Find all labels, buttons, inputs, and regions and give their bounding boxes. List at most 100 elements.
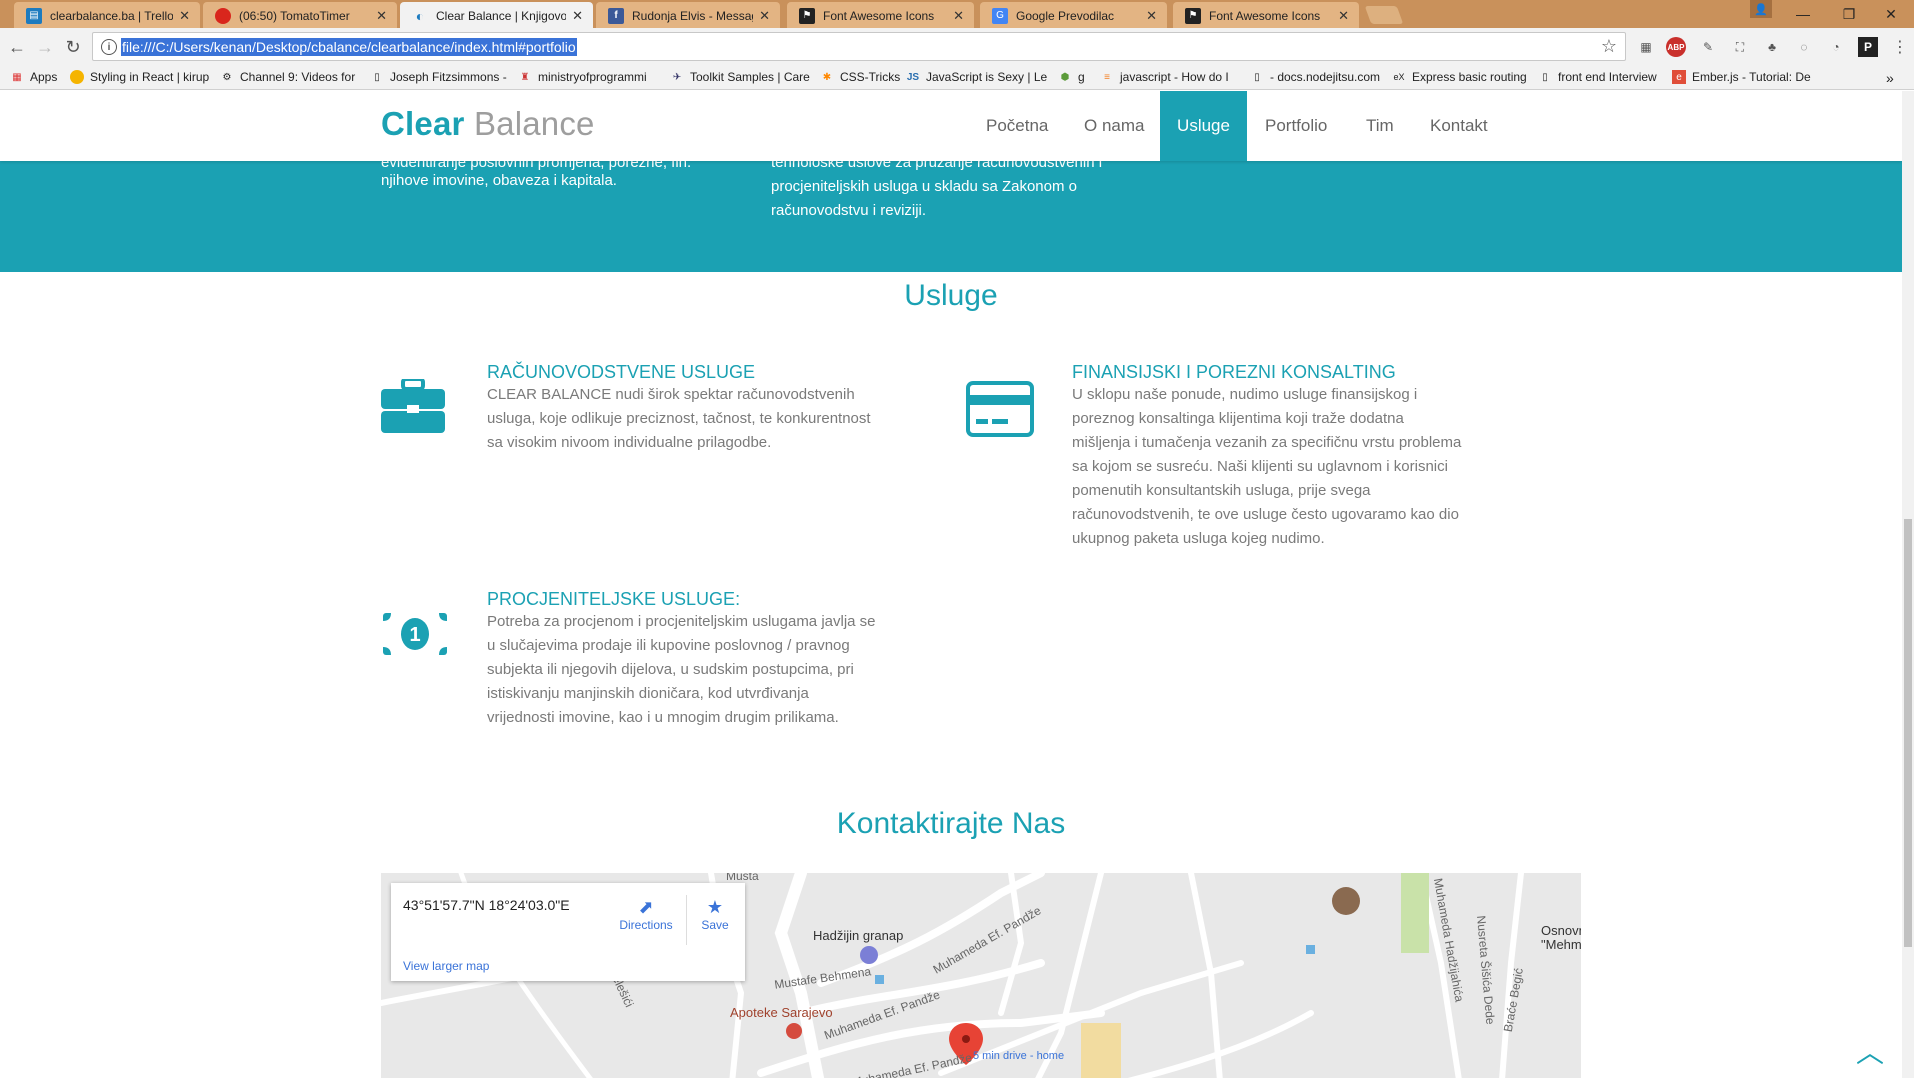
nav-portfolio[interactable]: Portfolio (1247, 91, 1345, 161)
close-icon[interactable]: ✕ (1146, 8, 1157, 24)
bookmark-item[interactable]: ▯ front end Interview (1538, 70, 1657, 84)
extension-grid-icon[interactable]: ▦ (1636, 37, 1656, 57)
about-column-left: evidentiranje poslovnih promjena, porezn… (381, 154, 761, 193)
service-title: RAČUNOVODSTVENE USLUGE (487, 362, 756, 382)
nav-usluge[interactable]: Usluge (1160, 91, 1247, 161)
minimize-icon[interactable]: — (1780, 0, 1826, 28)
view-larger-map-link[interactable]: View larger map (403, 959, 489, 973)
bookmark-item[interactable]: ♜ ministryofprogrammi (518, 70, 647, 84)
nav-pocetna[interactable]: Početna (968, 91, 1066, 161)
close-icon[interactable]: ✕ (953, 8, 964, 24)
screenshot-icon[interactable]: ⛶ (1730, 37, 1750, 57)
about-text: procjeniteljskih usluga u skladu sa Zako… (771, 178, 1077, 195)
bookmark-item[interactable]: eX Express basic routing (1392, 70, 1527, 84)
page-scrollbar[interactable] (1902, 91, 1914, 1078)
tab-font-awesome-2[interactable]: ⚑ Font Awesome Icons ✕ (1173, 2, 1359, 29)
bookmark-item[interactable]: e Ember.js - Tutorial: De (1672, 70, 1811, 84)
nav-kontakt[interactable]: Kontakt (1412, 91, 1506, 161)
close-icon[interactable]: ✕ (179, 8, 190, 24)
p-extension-icon[interactable]: P (1858, 37, 1878, 57)
back-icon[interactable]: ← (6, 36, 28, 58)
tab-google-translate[interactable]: G Google Prevodilac ✕ (980, 2, 1167, 29)
clearbalance-icon: ◐ (415, 8, 425, 24)
bookmark-star-icon[interactable]: ☆ (1601, 36, 1617, 57)
bookmark-label: - docs.nodejitsu.com (1270, 70, 1381, 84)
browser-toolbar: ← → ↻ i file:///C:/Users/kenan/Desktop/c… (0, 28, 1914, 66)
info-icon[interactable]: i (101, 39, 117, 55)
eyedropper-icon[interactable]: ✎ (1698, 37, 1718, 57)
tab-label: (06:50) TomatoTimer (239, 8, 350, 23)
bookmark-label: JavaScript is Sexy | Le (926, 70, 1048, 84)
bookmark-item[interactable]: ▯ - docs.nodejitsu.com (1250, 70, 1380, 84)
scroll-to-top-icon[interactable]: ︿ (1856, 1031, 1884, 1071)
logo-thin: Balance (473, 105, 595, 142)
adblock-icon[interactable]: ABP (1666, 37, 1686, 57)
new-tab-button[interactable] (1364, 6, 1404, 24)
bookmark-item[interactable]: ✈ Toolkit Samples | Care (670, 70, 810, 84)
bookmark-label: Apps (30, 70, 58, 84)
google-map[interactable]: Hadžijin granap Apoteke Sarajevo 5 min d… (381, 873, 1581, 1078)
directions-button[interactable]: ⬈ Directions (616, 897, 676, 932)
close-icon[interactable]: ✕ (376, 8, 387, 24)
text-line: u slučajevima prodaje ili kupovine poslo… (487, 637, 850, 654)
site-logo[interactable]: Clear Balance (381, 105, 595, 143)
close-icon[interactable]: ✕ (1338, 8, 1349, 24)
tab-trello[interactable]: ▤ clearbalance.ba | Trello ✕ (14, 2, 200, 29)
forward-icon[interactable]: → (34, 36, 56, 58)
text-line: U sklopu naše ponude, nudimo usluge fina… (1072, 386, 1418, 403)
bookmark-label: ministryofprogrammi (538, 70, 647, 84)
save-button[interactable]: ★ Save (691, 897, 739, 932)
address-bar[interactable]: i file:///C:/Users/kenan/Desktop/cbalanc… (92, 32, 1626, 61)
nav-o-nama[interactable]: O nama (1066, 91, 1162, 161)
bookmark-item[interactable]: ▯ Joseph Fitzsimmons - (370, 70, 506, 84)
map-coordinates: 43°51'57.7"N 18°24'03.0"E (403, 897, 570, 913)
bookmark-item[interactable]: ✱ CSS-Tricks (820, 70, 900, 84)
bookmark-label: Channel 9: Videos for (240, 70, 356, 84)
timer-icon[interactable]: ◔ (1826, 37, 1846, 57)
window-close-icon[interactable]: ✕ (1868, 0, 1914, 28)
site-navbar: Clear Balance Početna O nama Usluge Port… (0, 91, 1902, 161)
extension-icon[interactable]: ♣ (1762, 37, 1782, 57)
tab-tomatotimer[interactable]: (06:50) TomatoTimer ✕ (203, 2, 397, 29)
close-icon[interactable]: ✕ (759, 8, 770, 24)
tab-font-awesome-1[interactable]: ⚑ Font Awesome Icons ✕ (787, 2, 974, 29)
bookmark-item[interactable]: JS JavaScript is Sexy | Le (906, 70, 1047, 84)
bookmark-item[interactable]: ⬢ g (1058, 70, 1085, 84)
stackoverflow-icon: ≡ (1104, 71, 1110, 83)
bookmark-item[interactable]: ≡ javascript - How do I (1100, 70, 1229, 84)
divider (686, 895, 687, 945)
bookmark-item[interactable]: ⚙ Channel 9: Videos for (220, 70, 356, 84)
bookmark-label: front end Interview (1558, 70, 1657, 84)
tab-clear-balance[interactable]: ◐ Clear Balance | Knjigovod ✕ (400, 2, 593, 30)
tab-messenger[interactable]: f Rudonja Elvis - Message ✕ (596, 2, 780, 29)
facebook-icon: f (608, 7, 624, 24)
nav-tim[interactable]: Tim (1348, 91, 1412, 161)
text-line: sa kojom se susreću. Naši klijenti su ug… (1072, 458, 1448, 475)
apps-grid-icon: ▦ (12, 71, 22, 83)
bookmark-apps[interactable]: ▦ Apps (10, 70, 57, 84)
service-description: Potreba za procjenom i procjeniteljskim … (487, 610, 917, 730)
tab-label: Font Awesome Icons (1209, 8, 1321, 23)
tab-label: Font Awesome Icons (823, 8, 935, 23)
service-title: PROCJENITELJSKE USLUGE: (487, 589, 741, 609)
text-line: ukupnog paketa usluga kojeg nudimo. (1072, 530, 1325, 547)
reload-icon[interactable]: ↻ (62, 36, 84, 58)
bookmarks-overflow-icon[interactable]: » (1886, 70, 1894, 86)
text-line: istiskivanju manjinskih dioničara, kod u… (487, 685, 809, 702)
close-icon[interactable]: ✕ (572, 8, 583, 24)
scrollbar-thumb[interactable] (1904, 519, 1912, 947)
url-text[interactable]: file:///C:/Users/kenan/Desktop/cbalance/… (121, 38, 577, 56)
sync-icon[interactable]: ◌ (1794, 37, 1814, 57)
menu-dots-icon[interactable]: ⋮ (1890, 37, 1910, 57)
bookmark-label: Express basic routing (1412, 70, 1527, 84)
bookmark-item[interactable]: Styling in React | kirup (70, 70, 209, 84)
service-description: CLEAR BALANCE nudi širok spektar računov… (487, 383, 907, 455)
bookmark-label: javascript - How do I (1120, 70, 1229, 84)
restore-icon[interactable]: ❐ (1826, 0, 1872, 28)
page-icon: ▯ (374, 71, 380, 83)
text-line: računovodstvenih, te ove usluge često ug… (1072, 506, 1459, 523)
directions-label: Directions (619, 918, 673, 932)
logo-bold: Clear (381, 105, 465, 142)
flag-icon: ⚑ (1185, 7, 1201, 24)
user-profile-icon[interactable]: 👤 (1750, 0, 1772, 18)
